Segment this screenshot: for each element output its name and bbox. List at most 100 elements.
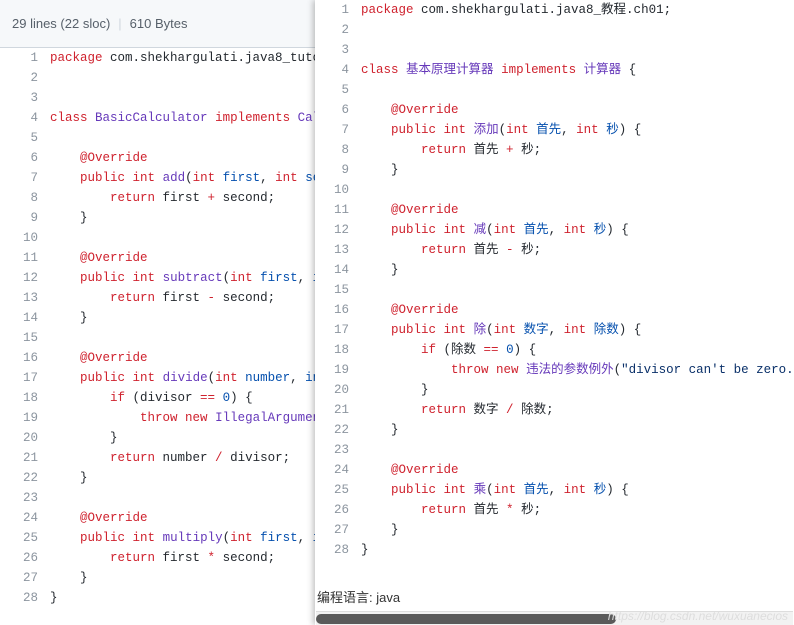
- code-text[interactable]: @Override: [361, 460, 459, 480]
- code-line[interactable]: 4class 基本原理计算器 implements 计算器 {: [315, 60, 794, 80]
- code-text[interactable]: }: [361, 420, 399, 440]
- code-text[interactable]: throw new 违法的参数例外("divisor can't be zero…: [361, 360, 794, 380]
- code-text[interactable]: }: [361, 160, 399, 180]
- code-line[interactable]: 17 public int 除(int 数字, int 除数) {: [315, 320, 794, 340]
- code-line[interactable]: 22 }: [315, 420, 794, 440]
- code-text[interactable]: public int 添加(int 首先, int 秒) {: [361, 120, 641, 140]
- code-line[interactable]: 18 if (除数 == 0) {: [315, 340, 794, 360]
- code-line[interactable]: 2: [0, 68, 315, 88]
- code-line[interactable]: 28}: [0, 588, 315, 608]
- code-line[interactable]: 25 public int 乘(int 首先, int 秒) {: [315, 480, 794, 500]
- code-text[interactable]: @Override: [50, 348, 148, 368]
- code-line[interactable]: 9 }: [0, 208, 315, 228]
- code-line[interactable]: 19 throw new IllegalArgument: [0, 408, 315, 428]
- code-text[interactable]: public int subtract(int first, in: [50, 268, 328, 288]
- code-line[interactable]: 7 public int add(int first, int sec: [0, 168, 315, 188]
- left-code-block[interactable]: 1package com.shekhargulati.java8_tutor23…: [0, 48, 315, 608]
- code-line[interactable]: 18 if (divisor == 0) {: [0, 388, 315, 408]
- code-text[interactable]: return 首先 + 秒;: [361, 140, 541, 160]
- code-text[interactable]: }: [50, 428, 118, 448]
- code-line[interactable]: 15: [0, 328, 315, 348]
- code-text[interactable]: public int 减(int 首先, int 秒) {: [361, 220, 629, 240]
- code-text[interactable]: return 首先 - 秒;: [361, 240, 541, 260]
- code-line[interactable]: 11 @Override: [0, 248, 315, 268]
- code-line[interactable]: 24 @Override: [315, 460, 794, 480]
- code-text[interactable]: public int 乘(int 首先, int 秒) {: [361, 480, 629, 500]
- code-text[interactable]: }: [361, 380, 429, 400]
- code-line[interactable]: 1package com.shekhargulati.java8_教程.ch01…: [315, 0, 794, 20]
- code-line[interactable]: 17 public int divide(int number, int: [0, 368, 315, 388]
- code-text[interactable]: throw new IllegalArgument: [50, 408, 328, 428]
- code-line[interactable]: 20 }: [315, 380, 794, 400]
- code-line[interactable]: 2: [315, 20, 794, 40]
- code-line[interactable]: 3: [0, 88, 315, 108]
- code-text[interactable]: }: [50, 308, 88, 328]
- code-line[interactable]: 13 return first - second;: [0, 288, 315, 308]
- code-text[interactable]: package com.shekhargulati.java8_教程.ch01;: [361, 0, 671, 20]
- code-text[interactable]: return 首先 * 秒;: [361, 500, 541, 520]
- code-text[interactable]: public int multiply(int first, in: [50, 528, 328, 548]
- code-text[interactable]: class 基本原理计算器 implements 计算器 {: [361, 60, 636, 80]
- code-line[interactable]: 11 @Override: [315, 200, 794, 220]
- code-text[interactable]: return 数字 / 除数;: [361, 400, 554, 420]
- code-line[interactable]: 27 }: [315, 520, 794, 540]
- code-line[interactable]: 16 @Override: [0, 348, 315, 368]
- code-text[interactable]: }: [50, 588, 58, 608]
- code-line[interactable]: 27 }: [0, 568, 315, 588]
- code-line[interactable]: 5: [315, 80, 794, 100]
- code-line[interactable]: 10: [315, 180, 794, 200]
- code-line[interactable]: 5: [0, 128, 315, 148]
- code-line[interactable]: 20 }: [0, 428, 315, 448]
- code-text[interactable]: return first - second;: [50, 288, 275, 308]
- code-text[interactable]: return first + second;: [50, 188, 275, 208]
- code-line[interactable]: 8 return first + second;: [0, 188, 315, 208]
- code-line[interactable]: 12 public int 减(int 首先, int 秒) {: [315, 220, 794, 240]
- code-text[interactable]: @Override: [50, 508, 148, 528]
- code-text[interactable]: if (divisor == 0) {: [50, 388, 253, 408]
- code-text[interactable]: @Override: [361, 200, 459, 220]
- code-text[interactable]: public int divide(int number, int: [50, 368, 328, 388]
- code-text[interactable]: return number / divisor;: [50, 448, 290, 468]
- code-line[interactable]: 7 public int 添加(int 首先, int 秒) {: [315, 120, 794, 140]
- code-text[interactable]: if (除数 == 0) {: [361, 340, 536, 360]
- code-text[interactable]: public int add(int first, int sec: [50, 168, 328, 188]
- code-line[interactable]: 21 return 数字 / 除数;: [315, 400, 794, 420]
- code-line[interactable]: 23: [0, 488, 315, 508]
- code-text[interactable]: }: [361, 520, 399, 540]
- code-line[interactable]: 15: [315, 280, 794, 300]
- code-line[interactable]: 14 }: [315, 260, 794, 280]
- code-text[interactable]: }: [50, 208, 88, 228]
- code-text[interactable]: package com.shekhargulati.java8_tutor: [50, 48, 328, 68]
- code-line[interactable]: 9 }: [315, 160, 794, 180]
- code-text[interactable]: class BasicCalculator implements Calc: [50, 108, 328, 128]
- code-text[interactable]: }: [361, 260, 399, 280]
- code-text[interactable]: }: [50, 468, 88, 488]
- code-line[interactable]: 3: [315, 40, 794, 60]
- code-line[interactable]: 12 public int subtract(int first, in: [0, 268, 315, 288]
- code-line[interactable]: 21 return number / divisor;: [0, 448, 315, 468]
- code-line[interactable]: 4class BasicCalculator implements Calc: [0, 108, 315, 128]
- code-line[interactable]: 13 return 首先 - 秒;: [315, 240, 794, 260]
- code-text[interactable]: public int 除(int 数字, int 除数) {: [361, 320, 641, 340]
- code-text[interactable]: }: [50, 568, 88, 588]
- code-line[interactable]: 22 }: [0, 468, 315, 488]
- code-line[interactable]: 25 public int multiply(int first, in: [0, 528, 315, 548]
- right-code-block[interactable]: 1package com.shekhargulati.java8_教程.ch01…: [315, 0, 794, 560]
- horizontal-scrollbar-thumb[interactable]: [316, 614, 616, 624]
- code-text[interactable]: @Override: [361, 300, 459, 320]
- code-line[interactable]: 6 @Override: [0, 148, 315, 168]
- code-line[interactable]: 10: [0, 228, 315, 248]
- code-line[interactable]: 24 @Override: [0, 508, 315, 528]
- code-text[interactable]: @Override: [50, 148, 148, 168]
- code-line[interactable]: 14 }: [0, 308, 315, 328]
- code-line[interactable]: 26 return first * second;: [0, 548, 315, 568]
- code-line[interactable]: 19 throw new 违法的参数例外("divisor can't be z…: [315, 360, 794, 380]
- code-line[interactable]: 1package com.shekhargulati.java8_tutor: [0, 48, 315, 68]
- code-text[interactable]: @Override: [361, 100, 459, 120]
- code-line[interactable]: 16 @Override: [315, 300, 794, 320]
- code-line[interactable]: 28}: [315, 540, 794, 560]
- code-text[interactable]: return first * second;: [50, 548, 275, 568]
- code-text[interactable]: }: [361, 540, 369, 560]
- code-line[interactable]: 6 @Override: [315, 100, 794, 120]
- code-line[interactable]: 23: [315, 440, 794, 460]
